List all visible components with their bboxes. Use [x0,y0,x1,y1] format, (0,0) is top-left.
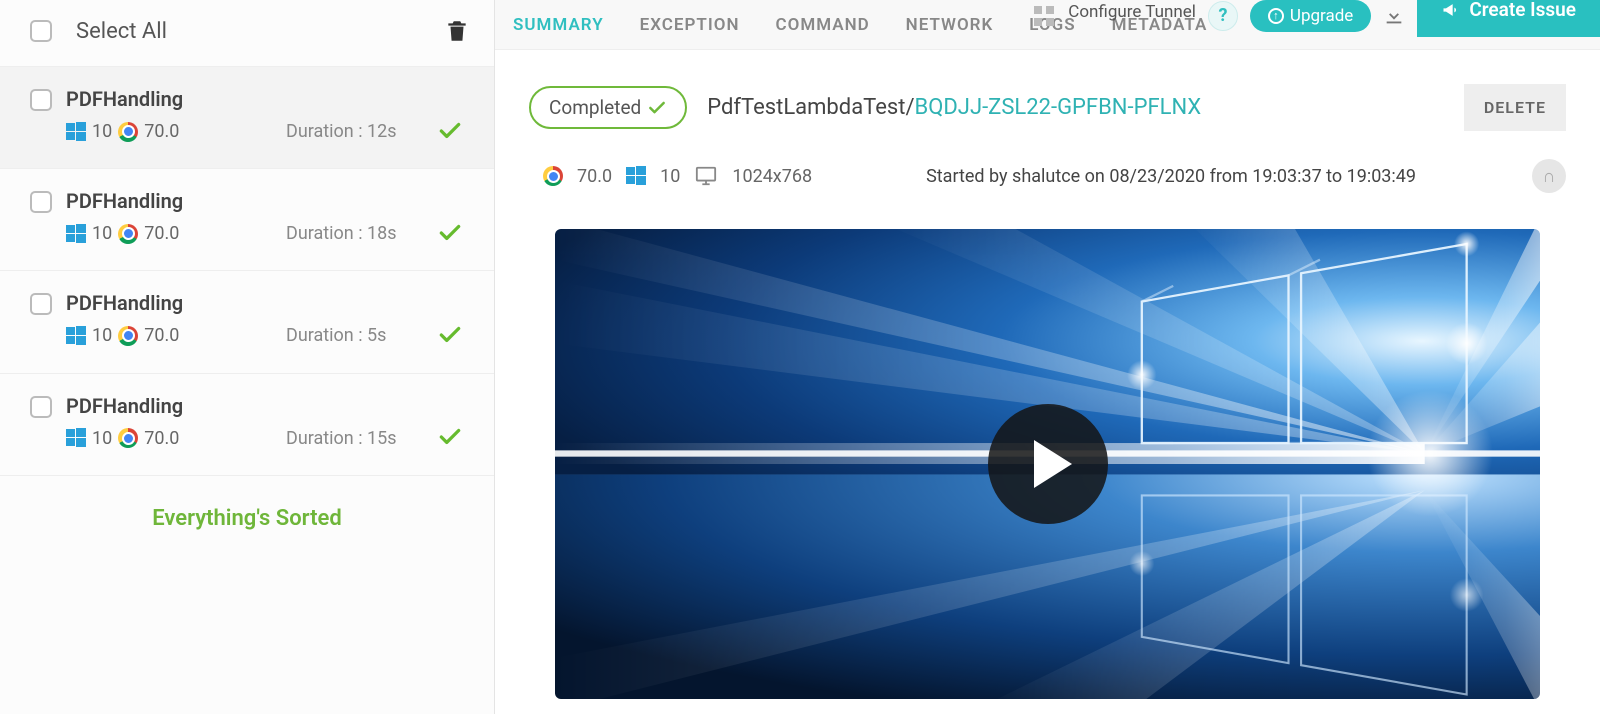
windows-icon [66,122,86,142]
test-env: 10 70.0 [66,428,286,449]
topbar-right: Configure Tunnel ? ↑ Upgrade Create Issu… [1032,0,1600,37]
sidebar-header: Select All [0,0,494,67]
monitor-icon [694,165,718,187]
upgrade-arrow-icon: ↑ [1268,8,1284,24]
test-env: 10 70.0 [66,223,286,244]
started-by: Started by shalutce on 08/23/2020 from 1… [926,166,1416,187]
chrome-icon [118,326,138,346]
main-content: SUMMARY EXCEPTION COMMAND NETWORK LOGS M… [495,0,1600,714]
upgrade-label: Upgrade [1290,6,1353,26]
test-title: PDFHandling [66,87,286,111]
test-env: 10 70.0 [66,325,286,346]
os-version: 10 [92,428,112,449]
check-icon [437,220,463,246]
test-item[interactable]: PDFHandling 10 70.0 Duration : 18s [0,169,494,271]
tab-command[interactable]: COMMAND [775,15,869,35]
browser-version: 70.0 [144,325,179,346]
test-title: PDFHandling [66,394,286,418]
test-checkbox[interactable] [30,396,52,418]
select-all-label: Select All [76,19,444,44]
test-checkbox[interactable] [30,89,52,111]
os-version: 10 [92,121,112,142]
tab-exception[interactable]: EXCEPTION [640,15,740,35]
resolution: 1024x768 [732,166,812,187]
windows-icon [66,428,86,448]
grid-icon[interactable] [1032,4,1056,28]
meta-row: 70.0 10 1024x768 Started by shalutce on … [495,147,1600,219]
check-icon [647,98,667,118]
test-duration: Duration : 15s [286,394,430,451]
tab-network[interactable]: NETWORK [906,15,994,35]
play-button[interactable] [988,404,1108,524]
browser-version: 70.0 [577,166,612,187]
tab-summary[interactable]: SUMMARY [513,15,604,35]
check-icon [437,322,463,348]
test-list-sidebar: Select All PDFHandling 10 [0,0,495,714]
check-icon [437,118,463,144]
video-player[interactable] [555,229,1540,699]
status-badge: Completed [529,86,687,129]
create-issue-button[interactable]: Create Issue [1417,0,1600,37]
download-icon[interactable] [1383,5,1405,27]
info-circle-icon[interactable]: ∩ [1532,159,1566,193]
create-issue-label: Create Issue [1469,0,1576,21]
os-version: 10 [660,166,680,187]
test-checkbox[interactable] [30,191,52,213]
test-id[interactable]: BQDJJ-ZSL22-GPFBN-PFLNX [915,95,1202,120]
test-duration: Duration : 18s [286,189,430,246]
test-env: 10 70.0 [66,121,286,142]
select-all-checkbox[interactable] [30,20,52,42]
chrome-icon [118,122,138,142]
windows-icon [66,224,86,244]
topbar: SUMMARY EXCEPTION COMMAND NETWORK LOGS M… [495,0,1600,50]
browser-version: 70.0 [144,121,179,142]
test-item[interactable]: PDFHandling 10 70.0 Duration : 5s [0,271,494,373]
test-checkbox[interactable] [30,293,52,315]
trash-icon[interactable] [444,18,470,44]
chrome-icon [543,166,563,186]
windows-icon [66,326,86,346]
windows-icon [626,166,646,186]
test-duration: Duration : 12s [286,87,430,144]
chrome-icon [118,224,138,244]
os-version: 10 [92,223,112,244]
help-icon[interactable]: ? [1208,1,1238,31]
test-title: PDFHandling [66,291,286,315]
test-path: PdfTestLambdaTest/BQDJJ-ZSL22-GPFBN-PFLN… [707,95,1201,120]
test-title: PDFHandling [66,189,286,213]
browser-version: 70.0 [144,428,179,449]
delete-button[interactable]: DELETE [1464,84,1566,131]
test-list: PDFHandling 10 70.0 Duration : 12s [0,67,494,476]
test-item[interactable]: PDFHandling 10 70.0 Duration : 15s [0,374,494,476]
test-item[interactable]: PDFHandling 10 70.0 Duration : 12s [0,67,494,169]
test-name: PdfTestLambdaTest/ [707,95,914,120]
play-icon [1034,440,1072,488]
sorted-message: Everything's Sorted [0,476,494,561]
megaphone-icon [1441,0,1461,20]
browser-version: 70.0 [144,223,179,244]
upgrade-button[interactable]: ↑ Upgrade [1250,0,1371,32]
check-icon [437,424,463,450]
os-version: 10 [92,325,112,346]
status-label: Completed [549,96,641,119]
chrome-icon [118,428,138,448]
test-duration: Duration : 5s [286,291,430,348]
configure-tunnel-label[interactable]: Configure Tunnel [1068,2,1196,22]
summary-row: Completed PdfTestLambdaTest/BQDJJ-ZSL22-… [495,50,1600,147]
